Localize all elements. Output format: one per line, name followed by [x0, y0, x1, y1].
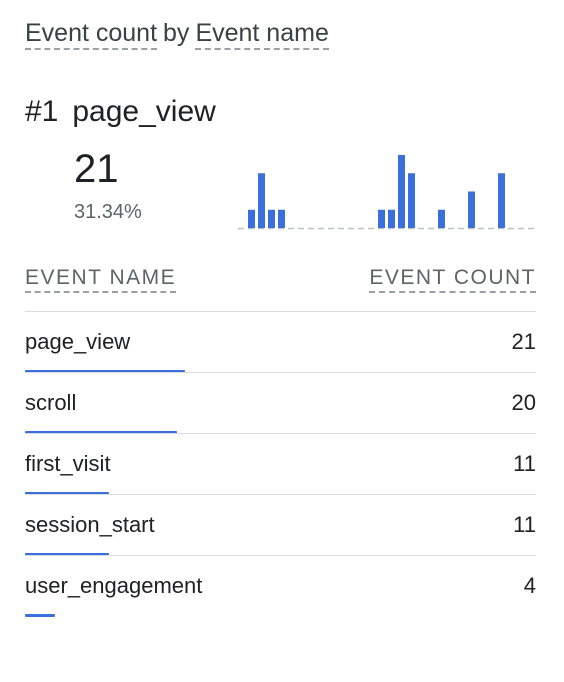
table-row[interactable]: first_visit 11: [25, 433, 536, 495]
table-row[interactable]: page_view 21: [25, 311, 536, 373]
event-name-cell: page_view: [25, 329, 131, 354]
sparkline-bar: [388, 209, 395, 228]
card-title: Event count by Event name: [25, 17, 329, 50]
event-count-cell: 4: [523, 573, 536, 598]
sparkline-bar: [398, 155, 405, 228]
top-item-heading: #1 page_view: [25, 94, 216, 130]
column-header-event-count[interactable]: EVENT COUNT: [369, 264, 536, 293]
event-count-card: Event count by Event name #1 page_view 21 3…: [0, 0, 564, 682]
sparkline-bar: [278, 209, 285, 228]
table-row[interactable]: session_start 11: [25, 494, 536, 556]
top-item-sparkline: [238, 155, 536, 230]
event-table: page_view 21 scroll 20 first_visit 11 session_…: [25, 311, 536, 617]
sparkline-bar: [438, 209, 445, 228]
sparkline-bar: [408, 173, 415, 228]
event-count-cell: 11: [513, 451, 536, 476]
top-item-rank: #1: [25, 95, 59, 128]
top-item-value: 21: [74, 147, 119, 191]
sparkline-bar: [378, 209, 385, 228]
sparkline-bar: [268, 209, 275, 228]
event-count-bar: [25, 614, 55, 617]
event-count-cell: 21: [511, 329, 536, 354]
event-name-cell: session_start: [25, 512, 155, 537]
event-name-cell: scroll: [25, 390, 77, 415]
top-item-name: page_view: [72, 95, 216, 128]
sparkline-bar: [468, 191, 475, 228]
column-header-event-name[interactable]: EVENT NAME: [25, 264, 177, 293]
sparkline-bar: [498, 173, 505, 228]
top-item-percent: 31.34%: [74, 201, 142, 223]
dimension-selector[interactable]: Event name: [195, 19, 329, 50]
event-name-cell: user_engagement: [25, 573, 203, 598]
event-count-cell: 20: [511, 390, 536, 415]
metric-selector[interactable]: Event count: [25, 19, 158, 50]
event-count-cell: 11: [513, 512, 536, 537]
sparkline-bar: [258, 173, 265, 228]
sparkline-bar: [248, 209, 255, 228]
event-name-cell: first_visit: [25, 451, 111, 476]
title-by: by: [163, 19, 190, 47]
table-row[interactable]: scroll 20: [25, 372, 536, 434]
table-row[interactable]: user_engagement 4: [25, 555, 536, 617]
